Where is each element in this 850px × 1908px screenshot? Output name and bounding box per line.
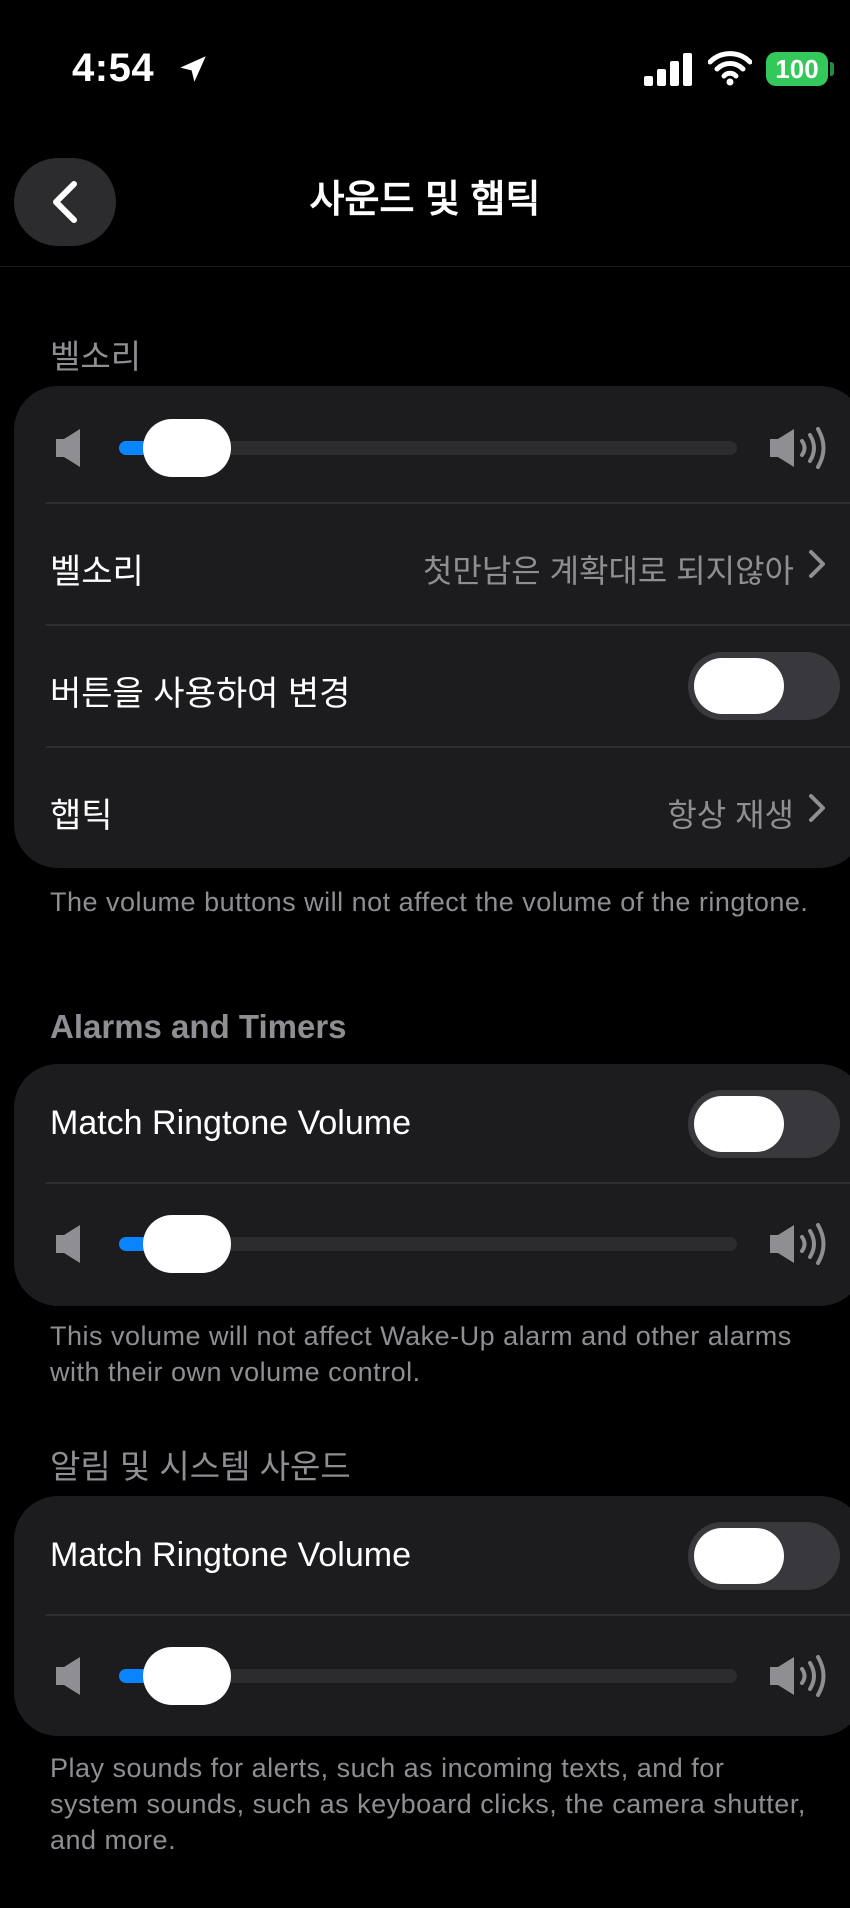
slider-thumb[interactable] bbox=[142, 1647, 231, 1705]
ringtone-card: 벨소리 첫만남은 계확대로 되지않아 버튼을 사용하여 변경 햅틱 항상 재생 bbox=[14, 386, 850, 868]
slider-thumb[interactable] bbox=[142, 419, 231, 477]
row-separator bbox=[46, 1182, 850, 1184]
toggle-knob bbox=[694, 1528, 784, 1584]
row-separator bbox=[46, 1614, 850, 1616]
battery-tip bbox=[830, 62, 834, 76]
ringtone-value: 첫만남은 계확대로 되지않아 bbox=[422, 553, 794, 589]
chevron-right-icon bbox=[809, 550, 825, 578]
ringtone-label: 벨소리 bbox=[50, 553, 144, 591]
notifications-card: Match Ringtone Volume bbox=[14, 1496, 850, 1736]
alarms-card: Match Ringtone Volume bbox=[14, 1064, 850, 1306]
alarms-footer: This volume will not affect Wake-Up alar… bbox=[50, 1321, 792, 1387]
section-header-notifications: 알림 및 시스템 사운드 bbox=[50, 1448, 351, 1485]
haptics-value: 항상 재생 bbox=[667, 797, 794, 833]
location-arrow-icon bbox=[180, 56, 206, 82]
nav-divider bbox=[0, 266, 850, 267]
speaker-low-icon bbox=[56, 1657, 80, 1695]
section-header-ringtone: 벨소리 bbox=[50, 338, 142, 375]
alarms-match-toggle[interactable] bbox=[688, 1090, 840, 1158]
change-with-buttons-toggle[interactable] bbox=[688, 652, 840, 720]
notifications-volume-slider[interactable] bbox=[14, 1636, 850, 1716]
notifications-match-toggle[interactable] bbox=[688, 1522, 840, 1590]
haptics-label: 햅틱 bbox=[50, 797, 113, 835]
speaker-high-icon bbox=[770, 1655, 826, 1697]
haptics-row[interactable]: 햅틱 항상 재생 bbox=[14, 748, 850, 868]
cellular-signal-icon bbox=[644, 53, 692, 86]
slider-thumb[interactable] bbox=[142, 1215, 231, 1273]
alarms-match-label: Match Ringtone Volume bbox=[50, 1104, 411, 1142]
alarms-volume-slider[interactable] bbox=[14, 1204, 850, 1284]
status-bar: 4:54 100 bbox=[0, 0, 850, 140]
wifi-icon bbox=[708, 51, 752, 86]
speaker-low-icon bbox=[56, 1225, 80, 1263]
chevron-right-icon bbox=[809, 794, 825, 822]
section-header-alarms: Alarms and Timers bbox=[50, 1008, 347, 1045]
speaker-low-icon bbox=[56, 429, 80, 467]
toggle-knob bbox=[694, 658, 784, 714]
status-time: 4:54 bbox=[72, 46, 155, 90]
speaker-high-icon bbox=[770, 1223, 826, 1265]
battery-indicator: 100 bbox=[766, 52, 828, 86]
speaker-high-icon bbox=[770, 427, 826, 469]
change-with-buttons-row: 버튼을 사용하여 변경 bbox=[14, 626, 850, 746]
ringtone-footer: The volume buttons will not affect the v… bbox=[50, 887, 809, 917]
notifications-match-label: Match Ringtone Volume bbox=[50, 1536, 411, 1574]
ringtone-volume-slider[interactable] bbox=[14, 408, 850, 488]
notifications-footer: Play sounds for alerts, such as incoming… bbox=[50, 1753, 806, 1855]
change-with-buttons-label: 버튼을 사용하여 변경 bbox=[50, 675, 351, 713]
ringtone-row[interactable]: 벨소리 첫만남은 계확대로 되지않아 bbox=[14, 504, 850, 624]
alarms-match-row: Match Ringtone Volume bbox=[14, 1064, 850, 1184]
notifications-match-row: Match Ringtone Volume bbox=[14, 1496, 850, 1616]
page-title: 사운드 및 햅틱 bbox=[309, 179, 541, 221]
toggle-knob bbox=[694, 1096, 784, 1152]
